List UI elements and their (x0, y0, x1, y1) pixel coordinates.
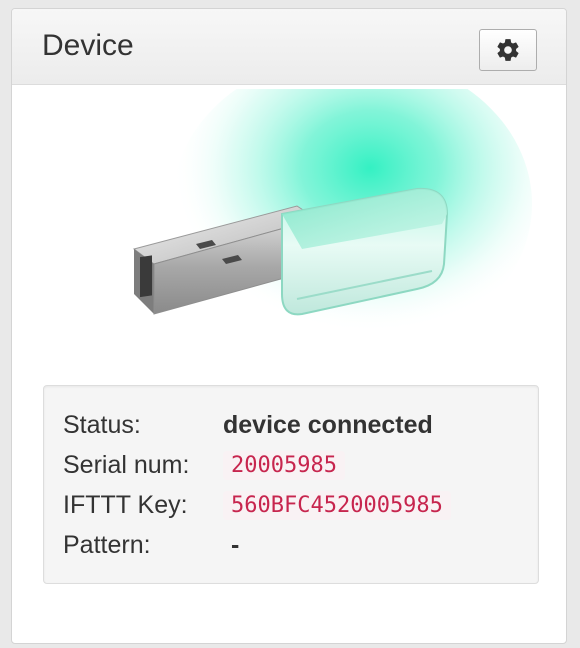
panel-title: Device (42, 29, 134, 62)
ifttt-label: IFTTT Key: (63, 490, 188, 519)
ifttt-key-value: 560BFC4520005985 (223, 490, 451, 520)
serial-value: 20005985 (223, 450, 345, 480)
pattern-label: Pattern: (63, 530, 151, 559)
status-row: Status: device connected (63, 408, 523, 442)
usb-device-image (132, 89, 532, 354)
pattern-value: - (231, 530, 240, 559)
serial-row: Serial num: 20005985 (63, 448, 523, 482)
settings-button[interactable] (479, 29, 537, 71)
device-panel: Device Status: device connected Serial n… (11, 8, 567, 644)
gear-icon (497, 39, 519, 61)
panel-header: Device (12, 9, 566, 85)
ifttt-row: IFTTT Key: 560BFC4520005985 (63, 488, 523, 522)
status-value: device connected (223, 410, 433, 439)
serial-label: Serial num: (63, 450, 190, 479)
status-label: Status: (63, 410, 141, 439)
pattern-row: Pattern: - (63, 528, 523, 562)
device-info-box: Status: device connected Serial num: 200… (43, 385, 539, 584)
